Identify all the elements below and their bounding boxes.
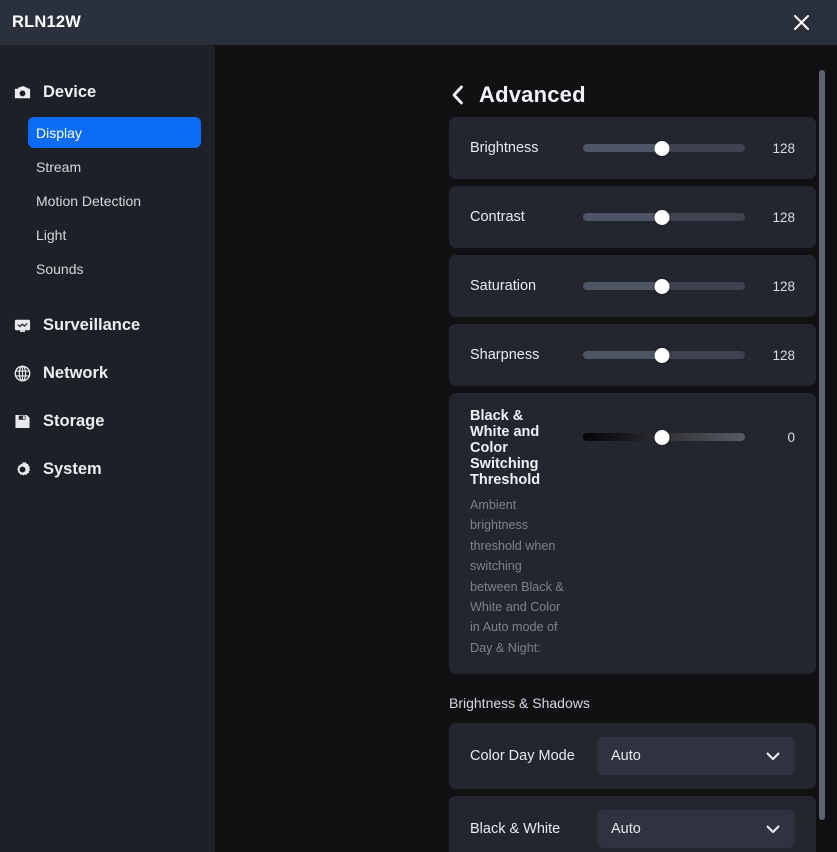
section-header-brightness-shadows: Brightness & Shadows [449,695,590,712]
slider-value: 128 [772,140,795,156]
gear-icon [12,459,32,479]
page-header: Advanced [215,45,837,117]
slider-thumb[interactable] [654,140,670,156]
threshold-slider[interactable] [583,428,745,446]
setting-row-color-day-mode: Color Day Mode Auto [449,723,816,790]
color-day-mode-dropdown[interactable]: Auto [597,737,795,776]
sidebar-item-sounds[interactable]: Sounds [28,253,201,284]
title-bar: RLN12W [0,0,837,45]
window-body: Device Display Stream Motion Detection L… [0,45,837,852]
camera-icon [12,82,32,102]
close-button[interactable] [779,0,823,45]
sidebar-item-light[interactable]: Light [28,219,201,250]
slider-fill [583,282,663,290]
setting-row-black-and-white: Black & White Auto [449,796,816,852]
row-label: Sharpness [470,347,540,363]
row-label: Black & White [470,821,561,838]
slider-thumb[interactable] [654,429,670,445]
sidebar-item-storage[interactable]: Storage [0,402,215,440]
sidebar-item-label: Storage [43,411,105,430]
monitor-icon [12,315,32,335]
sidebar-item-network[interactable]: Network [0,354,215,392]
content-area: Advanced Brightness 128 Contrast 128 Sat… [215,45,837,852]
page-title: Advanced [479,82,586,107]
sidebar-subitem-label: Sounds [36,260,84,277]
sidebar-item-device[interactable]: Device [0,73,215,111]
threshold-text: Black & White and Color Switching Thresh… [470,408,583,658]
slider-value: 128 [772,278,795,294]
sidebar-item-label: Network [43,363,109,382]
sidebar-subitem-label: Light [36,226,67,243]
chevron-down-icon [765,748,781,764]
sidebar-subitem-label: Stream [36,158,82,175]
contrast-slider[interactable] [583,208,745,226]
sidebar-subitem-label: Motion Detection [36,192,142,209]
sidebar-subitem-label: Display [36,124,82,141]
slider-fill [583,433,662,441]
chevron-left-icon[interactable] [449,83,466,107]
floppy-disk-icon [12,411,32,431]
slider-thumb[interactable] [654,209,670,225]
row-label: Color Day Mode [470,748,575,765]
saturation-slider[interactable] [583,277,745,295]
sidebar-item-label: System [43,459,102,478]
setting-row-bw-color-threshold: Black & White and Color Switching Thresh… [449,393,816,675]
scrollbar-thumb[interactable] [819,69,825,821]
dropdown-value: Auto [611,748,641,765]
globe-icon [12,363,32,383]
black-and-white-dropdown[interactable]: Auto [597,810,795,849]
sidebar-item-label: Surveillance [43,315,141,334]
sidebar: Device Display Stream Motion Detection L… [0,45,215,852]
slider-thumb[interactable] [654,347,670,363]
sidebar-item-label: Device [43,82,97,101]
brightness-slider[interactable] [583,139,745,157]
row-label: Saturation [470,278,537,294]
slider-fill [583,213,663,221]
dropdown-value: Auto [611,821,641,838]
row-label: Brightness [470,140,539,156]
close-icon [792,13,811,32]
setting-row-saturation: Saturation 128 [449,255,816,317]
threshold-control: 0 [583,428,795,446]
slider-value: 128 [772,347,795,363]
sidebar-subitems-device: Display Stream Motion Detection Light So… [0,117,215,284]
sidebar-item-system[interactable]: System [0,450,215,488]
settings-list: Brightness 128 Contrast 128 Saturation 1… [215,117,837,852]
advanced-settings-panel: Advanced Brightness 128 Contrast 128 Sat… [215,45,837,852]
row-label: Contrast [470,209,525,225]
slider-value: 0 [787,429,795,445]
threshold-title: Black & White and Color Switching Thresh… [470,408,541,488]
slider-thumb[interactable] [654,278,670,294]
slider-fill [583,351,663,359]
sidebar-group-device: Device Display Stream Motion Detection L… [0,73,215,284]
setting-row-sharpness: Sharpness 128 [449,324,816,386]
window-title: RLN12W [12,13,82,31]
slider-fill [583,144,663,152]
sharpness-slider[interactable] [583,346,745,364]
sidebar-item-display[interactable]: Display [28,117,201,148]
content-scrollbar[interactable] [819,54,825,844]
sidebar-item-surveillance[interactable]: Surveillance [0,306,215,344]
app-window: RLN12W Device Display Stream Motion Dete… [0,0,837,852]
slider-value: 128 [772,209,795,225]
sidebar-item-motion-detection[interactable]: Motion Detection [28,185,201,216]
sidebar-item-stream[interactable]: Stream [28,151,201,182]
setting-row-brightness: Brightness 128 [449,117,816,179]
threshold-description: Ambient brightness threshold when switch… [470,498,564,655]
chevron-down-icon [765,821,781,837]
setting-row-contrast: Contrast 128 [449,186,816,248]
